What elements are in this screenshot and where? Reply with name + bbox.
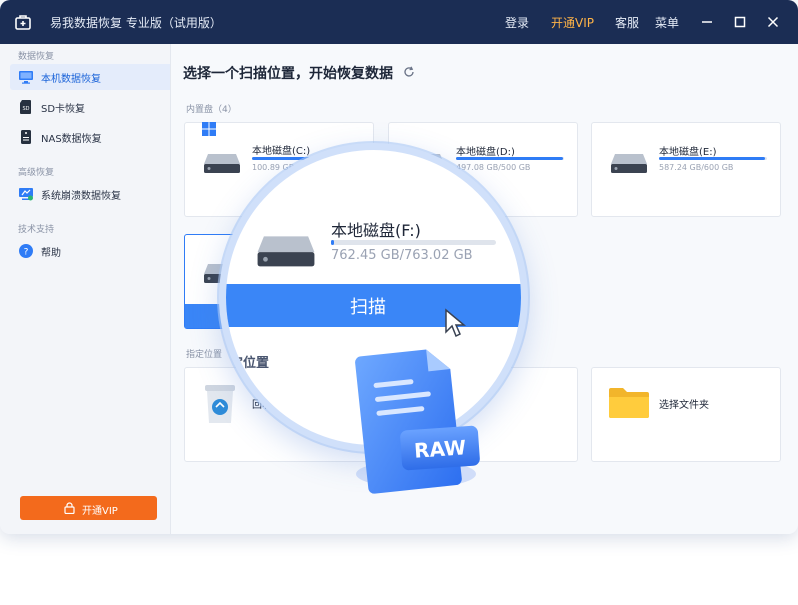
zoom-disk-size: 762.45 GB/763.02 GB	[331, 248, 473, 263]
sidebar-item-label: 帮助	[41, 248, 61, 259]
sidebar-item-nas[interactable]: NAS数据恢复	[10, 124, 170, 150]
disk-usage-fill	[456, 157, 563, 160]
sidebar-item-local[interactable]: 本机数据恢复	[10, 64, 170, 90]
app-window: 易我数据恢复 专业版（试用版） 登录 开通VIP 客服 菜单 数据恢复 本机数据…	[0, 0, 798, 534]
specified-location-label: 指定位置	[186, 350, 223, 360]
minimize-icon[interactable]	[697, 12, 717, 32]
section-title-support: 技术支持	[18, 225, 55, 235]
zoom-disk-name: 本地磁盘(F:)	[331, 221, 421, 240]
zoom-disk-usage-bar	[331, 240, 496, 245]
windows-logo-icon	[202, 122, 216, 136]
close-icon[interactable]	[763, 12, 783, 32]
refresh-icon[interactable]	[403, 66, 415, 78]
svg-text:?: ?	[24, 248, 29, 258]
lock-icon	[64, 502, 75, 514]
raw-file-icon: RAW	[355, 349, 480, 494]
sidebar-item-label: 本机数据恢复	[41, 74, 101, 85]
title-bar: 易我数据恢复 专业版（试用版） 登录 开通VIP 客服 菜单	[0, 0, 798, 44]
sidebar-item-crash[interactable]: 系统崩溃数据恢复	[10, 181, 170, 207]
disk-usage-bar	[659, 157, 767, 160]
section-title-advanced: 高级恢复	[18, 168, 55, 178]
sidebar-item-help[interactable]: ? 帮助	[10, 238, 170, 264]
disk-name: 本地磁盘(E:)	[659, 147, 717, 158]
system-crash-icon	[19, 188, 33, 201]
app-logo-icon	[15, 15, 31, 30]
folder-icon	[609, 388, 649, 418]
raw-badge-text: RAW	[413, 435, 467, 463]
sidebar: 数据恢复 本机数据恢复 SD SD卡恢复 NAS数据恢复 高级恢复 系统崩溃数据…	[0, 44, 171, 534]
disk-usage-fill	[659, 157, 765, 160]
app-title: 易我数据恢复 专业版（试用版）	[50, 16, 222, 30]
hard-disk-icon	[204, 154, 240, 173]
mouse-cursor-icon	[445, 308, 466, 338]
open-vip-label: 开通VIP	[82, 506, 118, 517]
zoom-location-heading: 定位置	[230, 356, 270, 371]
section-title-recovery: 数据恢复	[18, 52, 55, 62]
hard-disk-icon	[611, 154, 647, 173]
service-link[interactable]: 客服	[615, 14, 639, 31]
sd-card-icon: SD	[20, 100, 31, 114]
disk-card-e[interactable]: 本地磁盘(E:) 587.24 GB/600 GB	[591, 122, 781, 217]
monitor-icon	[19, 71, 33, 84]
login-link[interactable]: 登录	[505, 14, 529, 31]
disk-size: 587.24 GB/600 GB	[659, 163, 734, 172]
location-name: 选择文件夹	[659, 400, 709, 411]
page-title: 选择一个扫描位置，开始恢复数据	[183, 66, 393, 82]
sidebar-item-label: SD卡恢复	[41, 104, 86, 115]
scan-button-label: 扫描	[350, 297, 386, 318]
sidebar-item-label: 系统崩溃数据恢复	[41, 191, 121, 202]
scan-button[interactable]: 扫描	[226, 284, 521, 327]
svg-text:SD: SD	[22, 106, 29, 112]
open-vip-button[interactable]: 开通VIP	[20, 496, 157, 520]
sidebar-item-label: NAS数据恢复	[41, 134, 102, 145]
help-icon: ?	[19, 244, 33, 258]
menu-link[interactable]: 菜单	[655, 14, 679, 31]
recycle-bin-icon	[205, 385, 235, 423]
disk-name: 本地磁盘(C:)	[252, 146, 311, 157]
internal-disks-label: 内置盘（4）	[186, 105, 237, 115]
disk-name: 本地磁盘(D:)	[456, 147, 515, 158]
vip-link[interactable]: 开通VIP	[551, 14, 594, 31]
nas-icon	[21, 130, 31, 144]
disk-size: 497.08 GB/500 GB	[456, 163, 531, 172]
location-card-folder[interactable]: 选择文件夹	[591, 367, 781, 462]
zoom-disk-usage-fill	[331, 240, 335, 245]
sidebar-item-sd[interactable]: SD SD卡恢复	[10, 94, 170, 120]
disk-usage-bar	[456, 157, 564, 160]
hard-disk-icon	[257, 236, 315, 267]
maximize-icon[interactable]	[730, 12, 750, 32]
